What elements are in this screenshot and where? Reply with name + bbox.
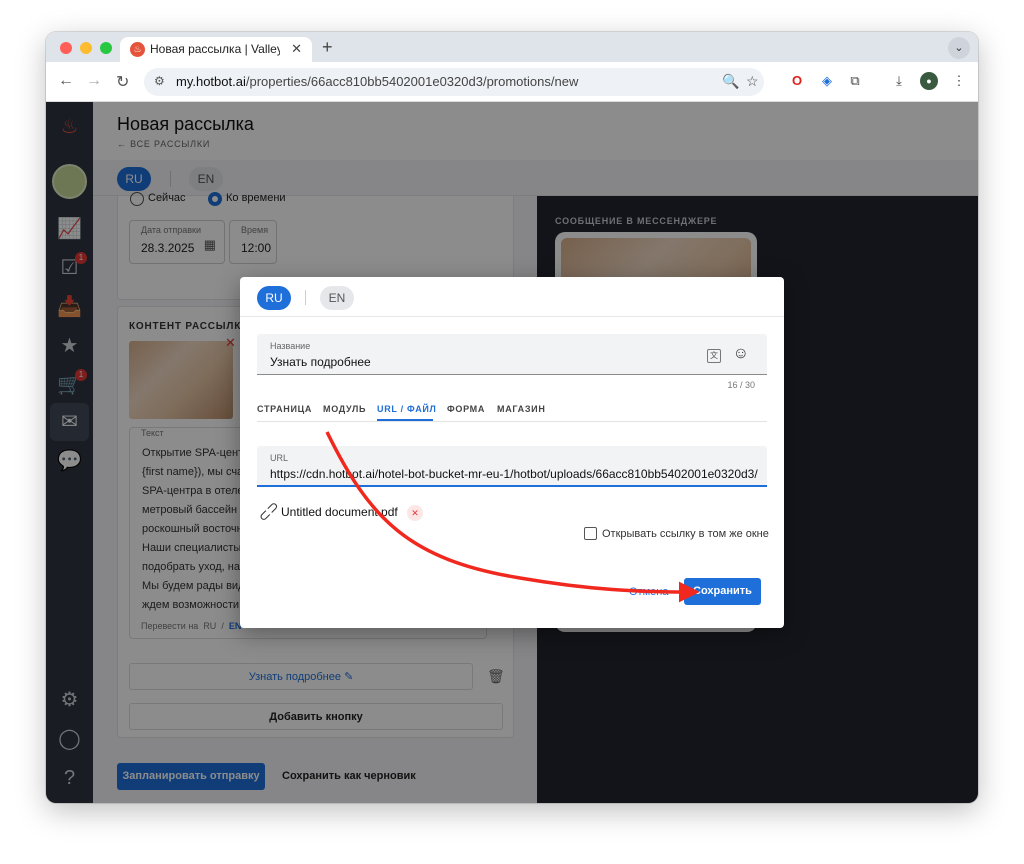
- modal-lang-divider: [305, 290, 306, 305]
- browser-toolbar: ← → ↻ ⚙ my.hotbot.ai/properties/66acc810…: [46, 62, 978, 102]
- opera-extension-icon[interactable]: O: [788, 72, 806, 90]
- tab-close-icon[interactable]: ✕: [291, 41, 302, 57]
- modal-lang-en[interactable]: EN: [320, 286, 354, 310]
- new-tab-button[interactable]: +: [322, 37, 333, 58]
- name-field[interactable]: Название Узнать подробнее 文 ☺: [257, 334, 767, 375]
- name-char-counter: 16 / 30: [727, 380, 755, 390]
- tab-form[interactable]: ФОРМА: [447, 404, 485, 414]
- extensions-puzzle-icon[interactable]: ⧉: [846, 72, 864, 90]
- browser-tab[interactable]: ♨ Новая рассылка | Valley Hotel ✕: [120, 37, 312, 62]
- remove-file-icon[interactable]: ✕: [407, 505, 423, 521]
- bookmark-star-icon[interactable]: ☆: [746, 73, 759, 90]
- minimize-window-button[interactable]: [80, 42, 92, 54]
- attached-file-name: Untitled document.pdf: [281, 505, 398, 519]
- tab-url-file[interactable]: URL / ФАЙЛ: [377, 404, 437, 414]
- tab-title: Новая рассылка | Valley Hotel: [150, 42, 280, 56]
- url-field-value: https://cdn.hotbot.ai/hotel-bot-bucket-m…: [270, 467, 758, 481]
- zoom-icon[interactable]: 🔍: [722, 73, 739, 90]
- site-settings-icon[interactable]: ⚙: [154, 74, 165, 88]
- reload-icon[interactable]: ↻: [116, 72, 129, 92]
- address-url: my.hotbot.ai/properties/66acc810bb540200…: [176, 74, 579, 89]
- emoji-smiley-icon[interactable]: ☺: [733, 345, 749, 363]
- downloads-icon[interactable]: ⤓: [890, 72, 908, 90]
- browser-window: ♨ Новая рассылка | Valley Hotel ✕ + ⌄ ← …: [46, 32, 978, 803]
- back-arrow-icon[interactable]: ←: [58, 72, 74, 90]
- modal-lang-ru[interactable]: RU: [257, 286, 291, 310]
- name-field-value: Узнать подробнее: [270, 355, 371, 369]
- tab-strip: ♨ Новая рассылка | Valley Hotel ✕ + ⌄: [46, 32, 978, 62]
- button-settings-modal: RU EN Название Узнать подробнее 文 ☺ 16 /…: [240, 277, 784, 628]
- tab-search-chevron-icon[interactable]: ⌄: [948, 37, 970, 59]
- same-window-checkbox[interactable]: [584, 527, 597, 540]
- hotbot-favicon-icon: ♨: [130, 42, 145, 57]
- tag-extension-icon[interactable]: ◈: [818, 72, 836, 90]
- same-window-label: Открывать ссылку в том же окне: [602, 528, 769, 540]
- forward-arrow-icon[interactable]: →: [86, 72, 102, 90]
- browser-menu-icon[interactable]: ⋮: [950, 72, 968, 90]
- tab-divider: [257, 421, 767, 422]
- save-button[interactable]: Сохранить: [684, 578, 761, 605]
- tab-page[interactable]: СТРАНИЦА: [257, 404, 312, 414]
- cancel-button[interactable]: Отмена: [629, 586, 668, 598]
- modal-language-bar: RU EN: [240, 277, 784, 317]
- tab-module[interactable]: МОДУЛЬ: [323, 404, 366, 414]
- url-input[interactable]: URL https://cdn.hotbot.ai/hotel-bot-buck…: [257, 446, 767, 487]
- profile-avatar[interactable]: ●: [920, 72, 938, 90]
- name-field-label: Название: [270, 341, 311, 351]
- translate-icon[interactable]: 文: [707, 349, 721, 363]
- zoom-window-button[interactable]: [100, 42, 112, 54]
- url-field-label: URL: [270, 453, 289, 463]
- attachment-clip-icon: ⊂⊃: [254, 497, 283, 526]
- address-bar[interactable]: ⚙ my.hotbot.ai/properties/66acc810bb5402…: [144, 68, 764, 96]
- close-window-button[interactable]: [60, 42, 72, 54]
- tab-shop[interactable]: МАГАЗИН: [497, 404, 546, 414]
